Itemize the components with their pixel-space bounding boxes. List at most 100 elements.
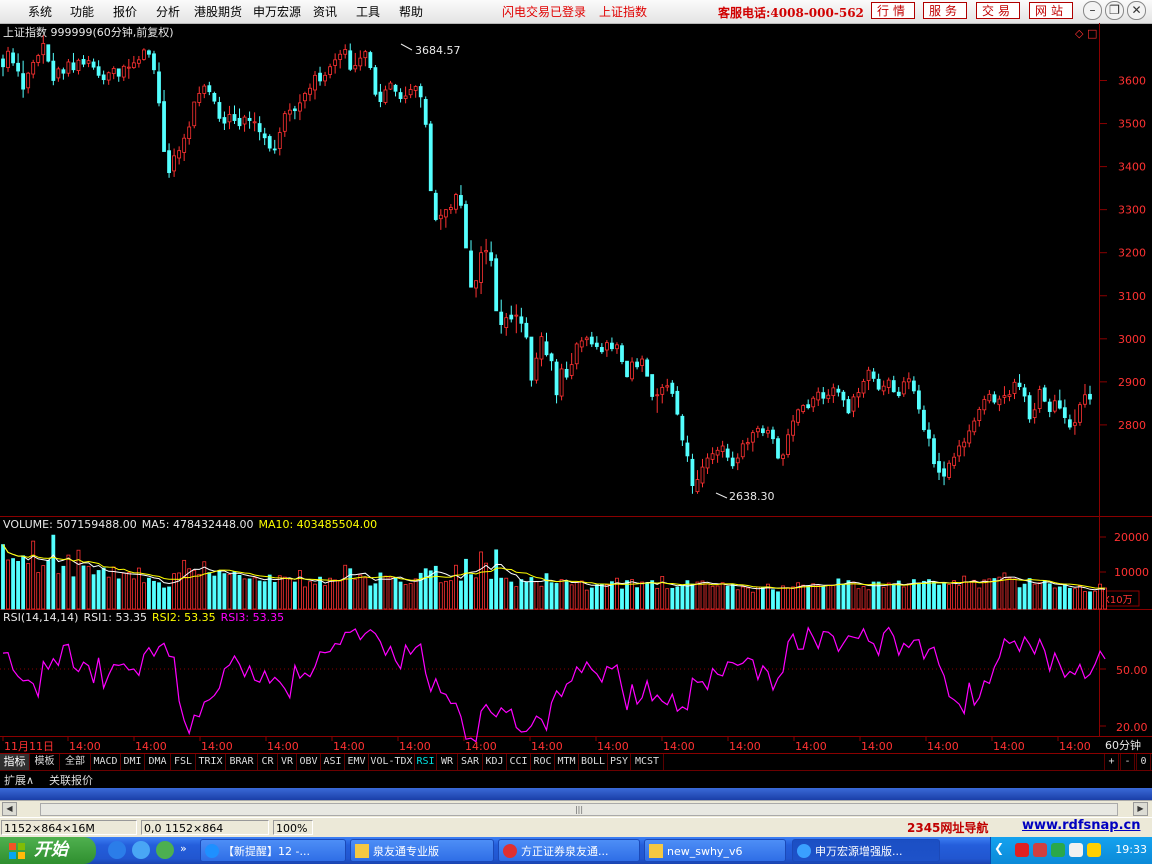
- trade-button[interactable]: 交易: [976, 2, 1020, 19]
- nav-2345-link[interactable]: 2345网址导航: [907, 819, 988, 836]
- desktop-icon[interactable]: [132, 841, 150, 859]
- tab-control-button[interactable]: 0: [1136, 754, 1151, 770]
- tray-expand-icon[interactable]: ❮: [994, 841, 1004, 855]
- candle: [911, 376, 916, 394]
- scroll-right-icon[interactable]: ▶: [1133, 802, 1148, 816]
- indicator-tab[interactable]: OBV: [297, 754, 321, 770]
- volume-bar: [1088, 591, 1092, 610]
- tab-control-button[interactable]: +: [1104, 754, 1119, 770]
- indicator-tab[interactable]: VR: [278, 754, 297, 770]
- indicator-tab[interactable]: RSI: [415, 754, 437, 770]
- candle-body: [1007, 394, 1012, 397]
- start-button[interactable]: 开始: [0, 837, 96, 864]
- candle: [715, 446, 720, 463]
- menu-news[interactable]: 资讯: [313, 3, 337, 20]
- task-new-swhy[interactable]: new_swhy_v6: [644, 839, 786, 862]
- menu-tools[interactable]: 工具: [356, 3, 380, 20]
- related-quotes-button[interactable]: 关联报价: [49, 772, 93, 788]
- indicator-tab[interactable]: BRAR: [226, 754, 258, 770]
- tray-app-icon[interactable]: [1015, 843, 1029, 857]
- volume-value: VOLUME: 507159488.00: [3, 518, 137, 531]
- indicator-tab[interactable]: TRIX: [196, 754, 226, 770]
- tray-app-icon[interactable]: [1033, 843, 1047, 857]
- chart-area[interactable]: 上证指数 999999(60分钟,前复权) ◇ □ 3600 3500 3400…: [0, 23, 1152, 754]
- menu-hk-futures[interactable]: 港股期货: [194, 3, 242, 20]
- volume-bar: [1027, 578, 1032, 610]
- browser-icon: [205, 844, 219, 858]
- candle: [997, 395, 1002, 412]
- candle-body: [46, 44, 51, 62]
- diamond-icon[interactable]: ◇: [1075, 27, 1084, 40]
- indicator-tab[interactable]: CCI: [507, 754, 531, 770]
- volume-bar: [992, 578, 997, 610]
- volume-bar: [182, 559, 187, 610]
- candle: [207, 81, 212, 96]
- volume-bar: [826, 584, 831, 610]
- indicator-tab[interactable]: PSY: [608, 754, 631, 770]
- price-tick: 3500: [1118, 118, 1146, 131]
- candle-body: [1047, 401, 1052, 412]
- candle: [1012, 378, 1017, 400]
- candle-body: [755, 427, 760, 433]
- indicator-tab[interactable]: SAR: [458, 754, 483, 770]
- indicator-tab[interactable]: DMI: [121, 754, 145, 770]
- market-button[interactable]: 行情: [871, 2, 915, 19]
- quicklaunch-more-icon[interactable]: »: [180, 842, 187, 855]
- indicator-tab[interactable]: 全部: [60, 754, 91, 770]
- volume-bar: [660, 576, 665, 610]
- expand-button[interactable]: 扩展∧: [4, 772, 34, 788]
- candle: [1067, 414, 1072, 430]
- indicator-tab[interactable]: KDJ: [483, 754, 507, 770]
- browser-icon[interactable]: [156, 841, 174, 859]
- restore-icon[interactable]: ❐: [1105, 1, 1124, 20]
- menu-function[interactable]: 功能: [70, 3, 94, 20]
- indicator-tab[interactable]: 模板: [30, 754, 60, 770]
- indicator-tab[interactable]: MACD: [91, 754, 121, 770]
- indicator-tab[interactable]: ASI: [321, 754, 345, 770]
- indicator-tab[interactable]: ROC: [531, 754, 555, 770]
- menu-help[interactable]: 帮助: [399, 3, 423, 20]
- task-shenwan-enhanced[interactable]: 申万宏源增强版...: [792, 839, 940, 862]
- volume-bar: [6, 559, 10, 610]
- indicator-tab[interactable]: VOL-TDX: [369, 754, 415, 770]
- indicator-tab[interactable]: MTM: [555, 754, 579, 770]
- tray-app-icon[interactable]: [1051, 843, 1065, 857]
- task-label: 申万宏源增强版...: [815, 845, 903, 858]
- menu-quote[interactable]: 报价: [113, 3, 137, 20]
- indicator-tab[interactable]: CR: [258, 754, 278, 770]
- website-button[interactable]: 网站: [1029, 2, 1073, 19]
- ie-icon[interactable]: [108, 841, 126, 859]
- indicator-tab[interactable]: DMA: [145, 754, 171, 770]
- tray-warning-icon[interactable]: [1087, 843, 1101, 857]
- minimize-icon[interactable]: –: [1083, 1, 1102, 20]
- scroll-thumb[interactable]: |||: [40, 803, 1118, 816]
- close-icon[interactable]: ✕: [1127, 1, 1146, 20]
- scroll-left-icon[interactable]: ◀: [2, 802, 17, 816]
- menu-analysis[interactable]: 分析: [156, 3, 180, 20]
- task-founder-securities[interactable]: 方正证券泉友通...: [498, 839, 640, 862]
- menu-shenwan[interactable]: 申万宏源: [253, 3, 301, 20]
- task-new-reminder[interactable]: 【新提醒】12 -...: [200, 839, 346, 862]
- horizontal-scrollbar[interactable]: ◀ ||| ▶: [0, 800, 1152, 818]
- indicator-tab[interactable]: 指标: [0, 754, 30, 770]
- candle-body: [267, 136, 272, 149]
- candle-body: [66, 61, 71, 74]
- maximize-pane-icon[interactable]: □: [1087, 27, 1097, 40]
- rdfsnap-link[interactable]: www.rdfsnap.cn: [1022, 818, 1140, 833]
- task-label: new_swhy_v6: [667, 845, 743, 858]
- candle-body: [660, 387, 665, 395]
- indicator-tab[interactable]: BOLL: [579, 754, 608, 770]
- indicator-tab[interactable]: EMV: [345, 754, 369, 770]
- volume-bar: [599, 583, 604, 610]
- tray-shield-icon[interactable]: [1069, 843, 1083, 857]
- service-button[interactable]: 服务: [923, 2, 967, 19]
- indicator-tab[interactable]: FSL: [171, 754, 196, 770]
- indicator-tab[interactable]: WR: [437, 754, 458, 770]
- indicator-tab[interactable]: MCST: [631, 754, 664, 770]
- period-label[interactable]: 60分钟: [1105, 738, 1141, 752]
- candle-body: [992, 394, 997, 403]
- tab-control-button[interactable]: -: [1120, 754, 1135, 770]
- menu-system[interactable]: 系统: [28, 3, 52, 20]
- volume-bar: [811, 583, 816, 610]
- task-quanyoutong-pro[interactable]: 泉友通专业版: [350, 839, 494, 862]
